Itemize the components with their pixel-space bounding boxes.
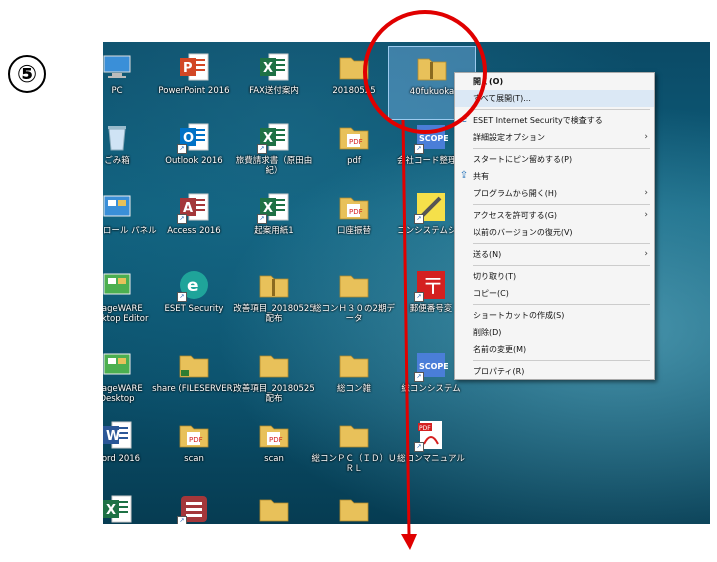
annotation-arrow-head [401, 534, 417, 550]
annotation-arrow-line [401, 119, 411, 536]
annotation-arrow-layer [401, 119, 417, 550]
